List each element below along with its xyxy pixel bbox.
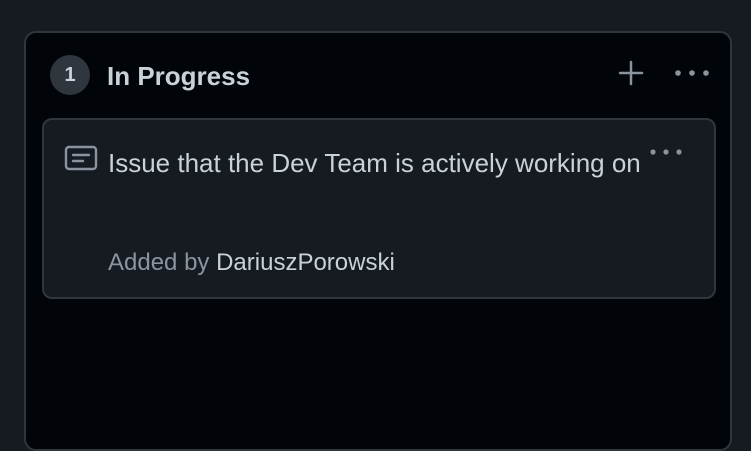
plus-icon <box>618 60 644 86</box>
board-column-in-progress: 1 In Progress Issue that the Dev Team is… <box>24 31 732 451</box>
add-item-button[interactable] <box>616 58 646 88</box>
kebab-horizontal-icon <box>650 149 682 155</box>
card-meta: Added by DariuszPorowski <box>108 248 395 278</box>
issue-card[interactable]: Issue that the Dev Team is actively work… <box>42 118 716 299</box>
column-title: In Progress <box>107 61 251 91</box>
kebab-horizontal-icon <box>675 70 709 76</box>
column-more-options-button[interactable] <box>672 58 712 88</box>
card-more-options-button[interactable] <box>646 140 686 164</box>
draft-issue-icon <box>64 145 98 171</box>
issue-title[interactable]: Issue that the Dev Team is actively work… <box>108 142 648 184</box>
column-header: 1 In Progress <box>26 33 730 117</box>
item-count-badge: 1 <box>50 55 90 95</box>
author-name: DariuszPorowski <box>216 249 395 276</box>
added-by-label: Added by <box>108 249 210 276</box>
